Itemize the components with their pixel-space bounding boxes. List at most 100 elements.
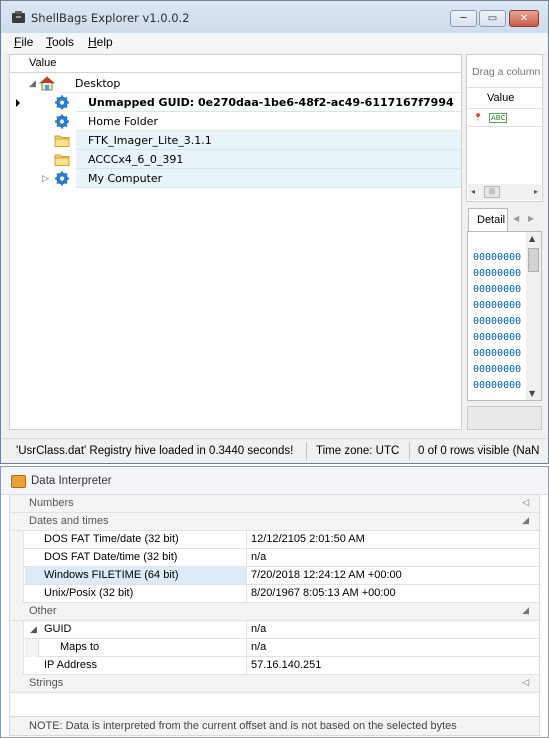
row-cell: Unmapped GUID: 0e270daa-1be6-48f2-ac49-6… xyxy=(76,93,461,112)
row-cell: Home Folder xyxy=(76,112,461,131)
maximize-button[interactable]: ▭ xyxy=(479,10,506,27)
row-gutter xyxy=(10,585,24,603)
property-name: Unix/Posix (32 bit) xyxy=(44,587,134,599)
scroll-right-icon[interactable]: ▸ xyxy=(534,187,538,196)
status-rows-visible: 0 of 0 rows visible (NaN xyxy=(418,445,540,457)
column-divider xyxy=(246,639,247,657)
property-value: 12/12/2105 2:01:50 AM xyxy=(251,533,365,545)
category-numbers[interactable]: Numbers ◁ xyxy=(10,495,539,513)
row-label: FTK_Imager_Lite_3.1.1 xyxy=(88,134,212,147)
minimize-button[interactable]: ─ xyxy=(450,10,477,27)
tree-row-acccx4[interactable]: ACCCx4_6_0_391 xyxy=(10,150,461,169)
expand-icon[interactable]: ◁ xyxy=(522,678,529,688)
tree-row-desktop[interactable]: ◢ Desktop xyxy=(10,74,461,93)
tree-row-my-computer[interactable]: ▷ My Computer xyxy=(10,169,461,188)
interpreter-title: Data Interpreter xyxy=(31,475,112,487)
scroll-thumb[interactable] xyxy=(528,248,539,272)
details-value-column-label: Value xyxy=(487,92,515,104)
property-row[interactable]: Unix/Posix (32 bit) 8/20/1967 8:05:13 AM… xyxy=(10,585,539,603)
row-indicator xyxy=(10,131,27,150)
column-divider xyxy=(246,549,247,567)
tree-row-ftk-imager[interactable]: FTK_Imager_Lite_3.1.1 xyxy=(10,131,461,150)
property-row[interactable]: IP Address 57.16.140.251 xyxy=(10,657,539,675)
filter-row[interactable]: 📍 ABC xyxy=(467,109,542,127)
text-filter-icon[interactable]: ABC xyxy=(489,113,508,123)
hex-offset: 00000000 xyxy=(473,284,522,295)
hex-offset: 00000000 xyxy=(473,300,522,311)
collapse-icon[interactable]: ◢ xyxy=(30,624,37,635)
folder-icon xyxy=(54,135,70,147)
expand-icon[interactable]: ▷ xyxy=(42,174,49,184)
row-gutter xyxy=(10,639,24,657)
interpreter-title-bar[interactable]: Data Interpreter xyxy=(1,467,548,495)
property-value: 7/20/2018 12:24:12 AM +00:00 xyxy=(251,569,402,581)
property-name: Windows FILETIME (64 bit) xyxy=(44,569,179,581)
gear-icon xyxy=(54,171,70,186)
category-other[interactable]: Other ◢ xyxy=(10,603,539,621)
row-gutter xyxy=(10,531,24,549)
shellbags-tree[interactable]: Value ◢ Desktop Unmapped GUID: 0e270daa-… xyxy=(9,54,462,430)
horizontal-scrollbar[interactable]: ◂ ||| ▸ xyxy=(468,184,541,200)
property-value: n/a xyxy=(251,641,267,653)
data-interpreter-window: Data Interpreter Numbers ◁ Dates and tim… xyxy=(0,466,549,738)
row-label: Desktop xyxy=(75,77,121,90)
menu-tools[interactable]: Tools xyxy=(46,35,74,49)
expand-icon[interactable]: ◁ xyxy=(522,498,529,508)
title-bar[interactable]: ShellBags Explorer v1.0.0.2 ─ ▭ ✕ xyxy=(1,1,548,33)
row-cell: Desktop xyxy=(59,74,461,93)
folder-icon xyxy=(54,154,70,166)
tree-row-home-folder[interactable]: Home Folder xyxy=(10,112,461,131)
hex-offset: 00000000 xyxy=(473,268,522,279)
gear-icon xyxy=(54,114,70,129)
tab-detail[interactable]: Detail xyxy=(468,208,508,231)
status-divider xyxy=(306,442,307,460)
category-dates[interactable]: Dates and times ◢ xyxy=(10,513,539,531)
property-row[interactable]: DOS FAT Date/time (32 bit) n/a xyxy=(10,549,539,567)
gear-icon xyxy=(54,95,70,110)
scroll-down-icon[interactable]: ▼ xyxy=(529,389,535,398)
property-row[interactable]: ◢ GUID n/a xyxy=(10,621,539,639)
hex-viewer[interactable]: 00000000 00000000 00000000 00000000 0000… xyxy=(467,231,542,401)
row-gutter xyxy=(10,657,24,675)
row-gutter xyxy=(10,549,24,567)
row-cell: My Computer xyxy=(76,169,461,188)
column-divider xyxy=(246,567,247,585)
category-label: Strings xyxy=(29,677,64,689)
status-timezone: Time zone: UTC xyxy=(316,445,400,457)
row-cell: ACCCx4_6_0_391 xyxy=(76,150,461,169)
tree-row-unmapped-guid[interactable]: Unmapped GUID: 0e270daa-1be6-48f2-ac49-6… xyxy=(10,93,461,112)
row-label: Home Folder xyxy=(88,115,158,128)
maximize-icon: ▭ xyxy=(487,13,498,24)
hex-offset: 00000000 xyxy=(473,364,522,375)
row-indicator xyxy=(10,74,27,93)
category-strings[interactable]: Strings ◁ xyxy=(10,675,539,693)
property-row[interactable]: DOS FAT Time/date (32 bit) 12/12/2105 2:… xyxy=(10,531,539,549)
interpreter-grid[interactable]: Numbers ◁ Dates and times ◢ DOS FAT Time… xyxy=(9,495,540,717)
row-gutter xyxy=(10,621,24,639)
tab-scroll-right-icon[interactable]: ▶ xyxy=(528,214,534,223)
column-divider xyxy=(246,621,247,639)
menu-file[interactable]: File xyxy=(14,35,33,49)
right-pane: Drag a column Value 📍 ABC ◂ ||| ▸ Detail… xyxy=(466,54,543,430)
collapse-icon[interactable]: ◢ xyxy=(522,606,529,616)
property-row[interactable]: Maps to n/a xyxy=(10,639,539,657)
details-grid[interactable]: Drag a column Value 📍 ABC ◂ ||| ▸ xyxy=(466,54,543,202)
scroll-up-icon[interactable]: ▲ xyxy=(529,234,535,243)
tree-column-header[interactable]: Value xyxy=(10,55,461,73)
group-drag-hint: Drag a column xyxy=(472,66,541,78)
value-column-label: Value xyxy=(29,57,57,69)
collapse-icon[interactable]: ◢ xyxy=(29,79,36,89)
scroll-left-icon[interactable]: ◂ xyxy=(471,187,475,196)
close-button[interactable]: ✕ xyxy=(509,10,539,27)
property-name: Maps to xyxy=(60,641,100,653)
vertical-scrollbar[interactable]: ▲ ▼ xyxy=(526,232,541,400)
property-row-selected[interactable]: Windows FILETIME (64 bit) 7/20/2018 12:2… xyxy=(10,567,539,585)
collapse-icon[interactable]: ◢ xyxy=(522,516,529,526)
scroll-thumb[interactable]: ||| xyxy=(484,186,500,198)
details-column-header[interactable]: Value xyxy=(467,87,542,109)
category-label: Numbers xyxy=(29,497,74,509)
tab-scroll-left-icon[interactable]: ◀ xyxy=(513,214,519,223)
menu-help[interactable]: Help xyxy=(88,35,113,49)
status-message: 'UsrClass.dat' Registry hive loaded in 0… xyxy=(16,445,294,457)
tab-detail-label: Detail xyxy=(477,214,506,226)
